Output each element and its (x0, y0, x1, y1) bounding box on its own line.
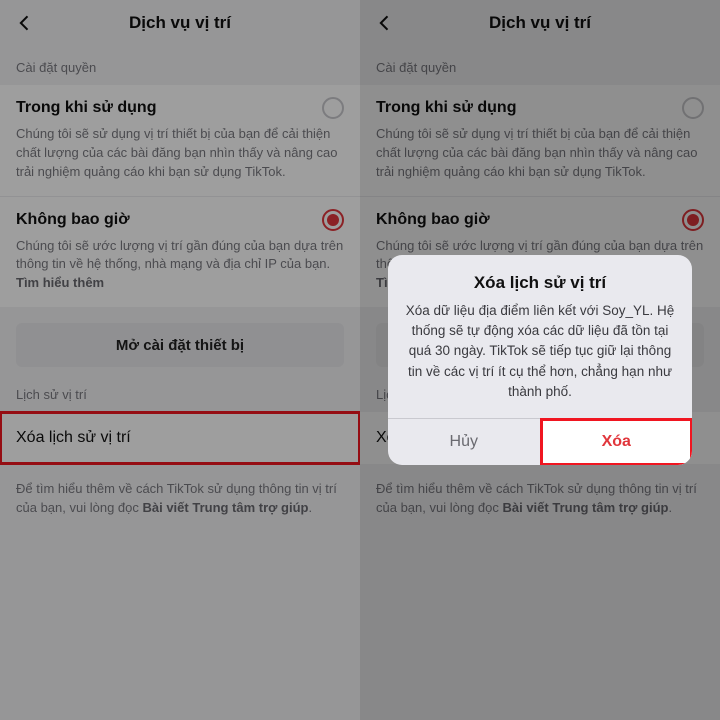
option-never-title: Không bao giờ (16, 211, 130, 229)
modal-body-text: Xóa dữ liệu địa điểm liên kết với Soy_YL… (404, 301, 676, 402)
option-while-using[interactable]: Trong khi sử dụng Chúng tôi sẽ sử dụng v… (0, 85, 360, 196)
modal-title: Xóa lịch sử vị trí (404, 273, 676, 293)
section-permissions-label: Cài đặt quyền (0, 46, 360, 85)
option-while-using-desc: Chúng tôi sẽ sử dụng vị trí thiết bị của… (16, 125, 344, 182)
option-while-using-title: Trong khi sử dụng (16, 99, 156, 117)
help-center-link[interactable]: Bài viết Trung tâm trợ giúp (142, 500, 308, 515)
header: Dịch vụ vị trí (0, 0, 360, 46)
modal-backdrop: Xóa lịch sử vị trí Xóa dữ liệu địa điểm … (360, 0, 720, 720)
settings-screen-left: Dịch vụ vị trí Cài đặt quyền Trong khi s… (0, 0, 360, 720)
delete-location-history-row[interactable]: Xóa lịch sử vị trí (0, 412, 360, 464)
page-title: Dịch vụ vị trí (8, 13, 352, 33)
radio-unselected-icon[interactable] (322, 97, 344, 119)
modal-confirm-button[interactable]: Xóa (541, 419, 693, 465)
open-device-settings-button[interactable]: Mở cài đặt thiết bị (16, 323, 344, 367)
confirm-delete-modal: Xóa lịch sử vị trí Xóa dữ liệu địa điểm … (388, 255, 692, 465)
footer-note: Để tìm hiểu thêm về cách TikTok sử dụng … (0, 464, 360, 534)
modal-cancel-button[interactable]: Hủy (388, 419, 541, 465)
settings-screen-right: Dịch vụ vị trí Cài đặt quyền Trong khi s… (360, 0, 720, 720)
option-never-desc: Chúng tôi sẽ ước lượng vị trí gần đúng c… (16, 237, 344, 294)
learn-more-link[interactable]: Tìm hiểu thêm (16, 275, 104, 290)
section-history-label: Lịch sử vị trí (0, 373, 360, 412)
option-never[interactable]: Không bao giờ Chúng tôi sẽ ước lượng vị … (0, 197, 360, 308)
radio-selected-icon[interactable] (322, 209, 344, 231)
